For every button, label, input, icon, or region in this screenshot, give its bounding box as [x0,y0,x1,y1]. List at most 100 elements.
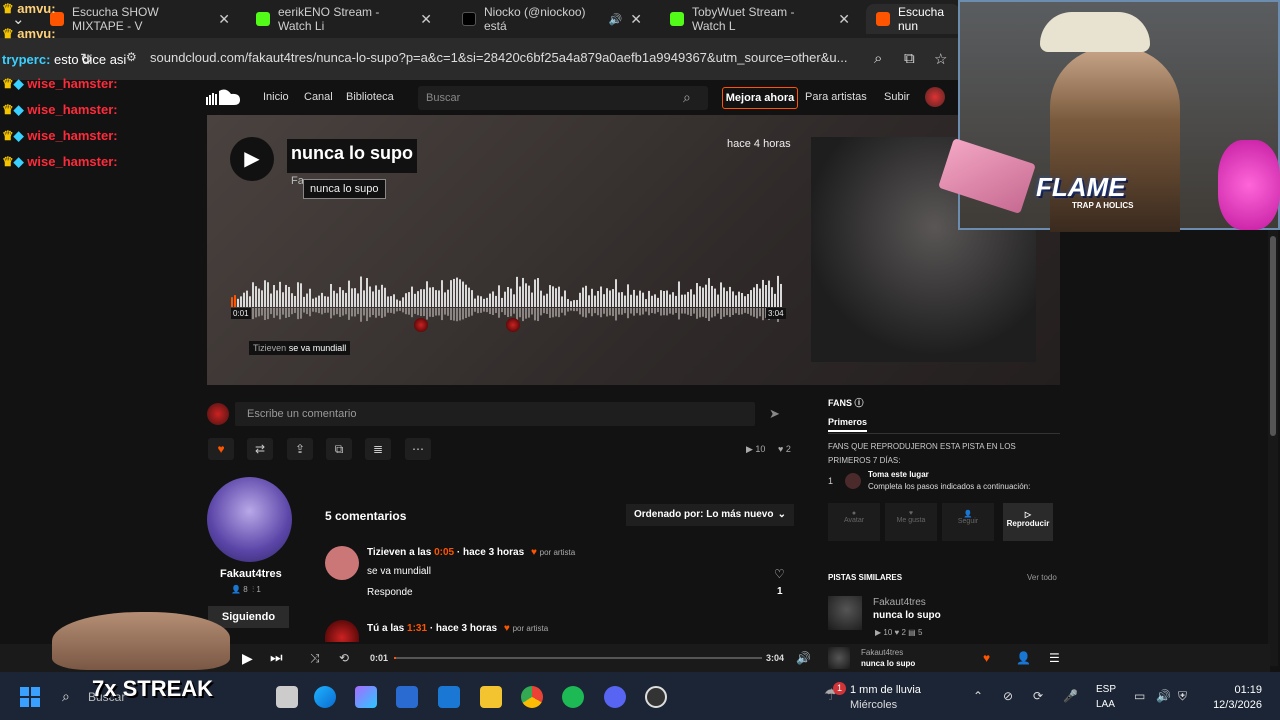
more-button[interactable]: ⋯ [405,438,431,460]
zoom-icon[interactable]: ⌕ [874,50,882,67]
repeat-icon[interactable]: ⟲ [339,651,349,665]
artist-name[interactable]: Fakaut4tres [220,568,282,580]
send-comment-icon[interactable]: ➤ [769,406,780,422]
tray-chevron-icon[interactable]: ⌃ [973,689,983,703]
play-button[interactable]: ▶ [230,137,274,181]
player-title[interactable]: nunca lo supo [861,659,915,668]
chat-line: ♛◆ wise_hamster: [2,102,118,117]
weather-text[interactable]: 1 mm de lluvia [850,684,921,696]
player-artist[interactable]: Fakaut4tres [861,648,903,657]
waveform-reflection [390,308,392,313]
nav-feed[interactable]: Canal [304,91,333,103]
soundcloud-logo-icon[interactable] [206,88,242,106]
player-follow-icon[interactable]: 👤 [1016,651,1031,665]
windows-start-icon[interactable] [20,687,40,707]
browser-tab-3[interactable]: Niocko (@niockoo) está 🔊 ✕ [452,4,652,34]
waveform-bar [696,283,698,307]
shield-icon[interactable]: ⛨ [1178,689,1187,704]
task-view-icon[interactable] [276,686,298,708]
clock-date[interactable]: 12/3/2026 [1206,699,1262,711]
artist-avatar[interactable] [207,477,292,562]
shuffle-icon[interactable]: ⤨ [310,651,320,666]
comment-time[interactable]: 0:05 [434,547,454,558]
install-app-icon[interactable]: ⧉ [904,50,915,67]
waveform-bar [438,290,440,307]
similar-cover[interactable] [828,596,862,630]
similar-artist[interactable]: Fakaut4tres [873,597,926,608]
outlook-icon[interactable] [438,686,460,708]
add-to-playlist-button[interactable]: ≣ [365,438,391,460]
tray-sync-icon[interactable]: ⟳ [1033,689,1043,703]
scrollbar-thumb[interactable] [1270,236,1276,436]
microphone-icon[interactable]: 🎤 [1063,689,1078,703]
queue-icon[interactable]: ☰ [1049,651,1060,665]
user-avatar[interactable] [925,87,945,107]
copilot-icon[interactable] [355,686,377,708]
view-all-link[interactable]: Ver todo [1027,573,1057,582]
upgrade-button[interactable]: Mejora ahora [722,87,798,109]
sort-dropdown[interactable]: Ordenado por: Lo más nuevo ⌄ [626,504,794,526]
obs-icon[interactable] [645,686,667,708]
comment-avatar[interactable] [325,620,359,642]
speaker-icon[interactable]: 🔊 [1156,689,1171,703]
search-icon[interactable]: ⌕ [683,89,691,106]
tab-primeros[interactable]: Primeros [828,417,868,432]
comment-input[interactable]: Escribe un comentario [235,402,755,426]
copy-link-button[interactable]: ⧉ [326,438,352,460]
comment-user[interactable]: Tú [367,623,379,634]
player-like-icon[interactable]: ♥ [983,651,990,665]
file-explorer-icon[interactable] [480,686,502,708]
close-icon[interactable]: ✕ [218,11,230,28]
similar-track-title[interactable]: nunca lo supo [873,610,941,621]
waveform-reflection [312,308,314,312]
search-input[interactable]: Buscar [418,86,708,110]
waveform-reflection [510,308,512,317]
close-icon[interactable]: ✕ [630,11,642,28]
chrome-icon[interactable] [521,686,543,708]
waveform-comment-avatar[interactable] [414,318,428,332]
discord-icon[interactable] [604,686,626,708]
player-progress[interactable] [394,657,762,659]
nav-for-artists[interactable]: Para artistas [805,91,867,103]
reply-link[interactable]: Responde [367,587,413,598]
address-bar[interactable]: soundcloud.com/fakaut4tres/nunca-lo-supo… [150,50,847,65]
tray-app-icon[interactable]: ⊘ [1003,689,1013,703]
close-icon[interactable]: ✕ [838,11,850,28]
comment-user[interactable]: Tizieven [367,547,406,558]
repost-button[interactable]: ⇄ [247,438,273,460]
close-icon[interactable]: ✕ [420,11,432,28]
comment-avatar[interactable] [325,546,359,580]
waveform-reflection [627,308,629,319]
track-artist-link[interactable]: Fa [291,175,304,187]
waveform-reflection [633,308,635,316]
tab-label: Niocko (@niockoo) está [484,5,586,33]
browser-tab-2[interactable]: eerikENO Stream - Watch Li ✕ [246,4,442,34]
display-icon[interactable]: ▭ [1134,689,1145,703]
bookmark-star-icon[interactable]: ☆ [934,50,947,68]
keyboard-layout[interactable]: LAA [1096,699,1115,710]
waveform-bar [594,295,596,307]
taskbar-search-icon[interactable]: ⌕ [62,688,70,705]
waveform-comment-avatar[interactable] [506,318,520,332]
nav-library[interactable]: Biblioteca [346,91,394,103]
like-button[interactable]: ♥ [208,438,234,460]
next-track-icon[interactable]: ⏭ [270,649,283,666]
edge-icon[interactable] [314,686,336,708]
comment-time[interactable]: 1:31 [407,623,427,634]
browser-tab-5-active[interactable]: Escucha nun [866,4,960,34]
waveform-bar [348,280,350,307]
browser-tab-4[interactable]: TobyWuet Stream - Watch L ✕ [660,4,860,34]
share-button[interactable]: ⇪ [287,438,313,460]
nav-upload[interactable]: Subir [884,91,910,103]
nav-home[interactable]: Inicio [263,91,289,103]
volume-icon[interactable]: 🔊 [796,651,811,665]
step-play-button[interactable]: ▷ Reproducir [1003,503,1053,541]
store-icon[interactable] [396,686,418,708]
comment-like-icon[interactable]: ♡ [774,567,785,581]
player-cover[interactable] [828,647,850,669]
spotify-icon[interactable] [562,686,584,708]
comment-header: Tizieven a las 0:05 · hace 3 horas ♥ por… [367,547,575,558]
play-pause-icon[interactable]: ▶ [242,650,253,667]
clock-time[interactable]: 01:19 [1206,684,1262,696]
language-code[interactable]: ESP [1096,684,1116,695]
